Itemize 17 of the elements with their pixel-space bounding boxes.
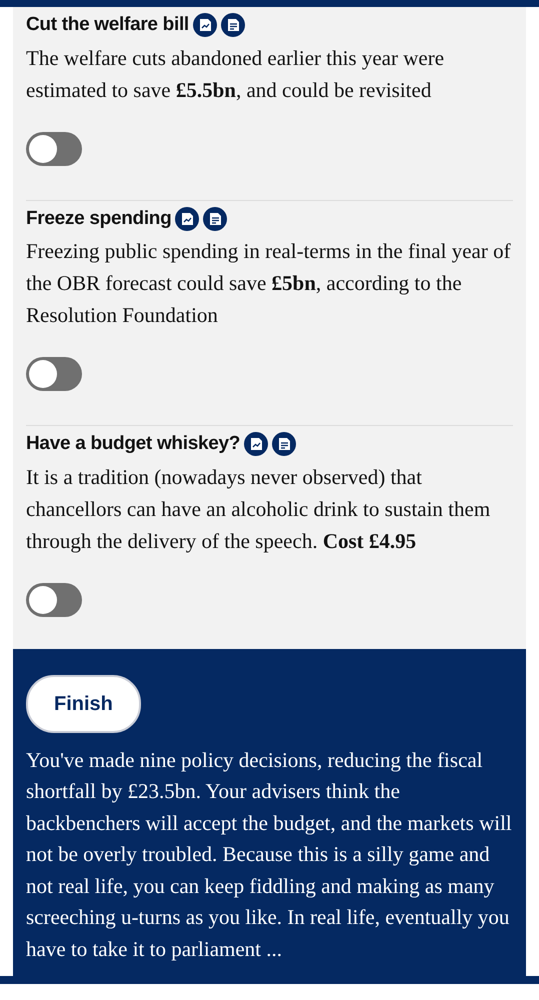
toggle-switch[interactable] — [26, 582, 82, 616]
chart-icon[interactable] — [244, 432, 268, 456]
chart-icon[interactable] — [192, 13, 217, 38]
document-icon[interactable] — [220, 13, 245, 38]
finish-button[interactable]: Finish — [26, 674, 141, 732]
policy-description: It is a tradition (nowadays never observed) that chancellors can have an alcoholic drink to sustain them through the delivery of the speech. Cost £4.95 — [26, 464, 492, 554]
toggle-switch[interactable] — [26, 357, 82, 391]
toggle-switch[interactable] — [26, 132, 82, 166]
document-icon[interactable] — [272, 432, 296, 456]
policy-description: The welfare cuts abandoned earlier this year were estimated to save £5.5bn, and could be revisited — [26, 44, 446, 104]
policy-title: Freeze spending — [26, 206, 172, 230]
policy-title: Cut the welfare bill — [26, 13, 189, 37]
result-text: You've made nine policy decisions, reducing the fiscal shortfall by £23.5bn. Your advisers think the backbenchers will accept the budget, and the markets will not be overly troubled. Because this is a silly game and not real life, you can keep fiddling and making as many screeching u-turns as you like. In real life, eventually you have to take it to parliament ... — [26, 746, 513, 962]
policy-description: Freezing public spending in real-terms in the final year of the OBR forecast could save £5bn, according to the Resolution Foundation — [26, 238, 512, 329]
policy-title: Have a budget whiskey? — [26, 432, 240, 456]
chart-icon[interactable] — [175, 206, 200, 231]
document-icon[interactable] — [203, 206, 228, 231]
